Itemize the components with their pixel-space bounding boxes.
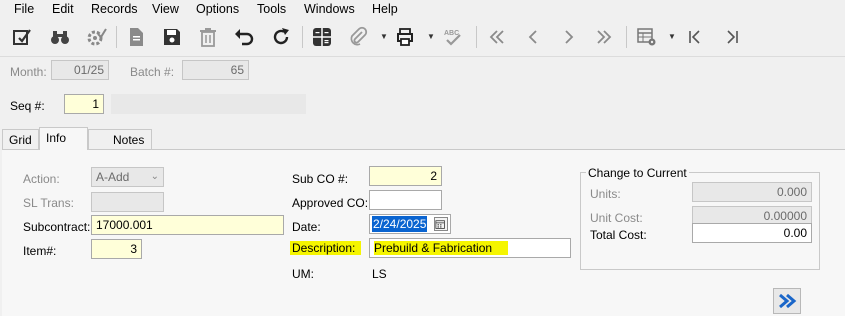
- chevron-down-icon[interactable]: ▼: [380, 32, 388, 41]
- gear-check-icon[interactable]: [83, 24, 109, 50]
- month-label: Month:: [10, 65, 47, 79]
- print-icon[interactable]: [392, 24, 418, 50]
- subcontract-label: Subcontract:: [23, 220, 91, 234]
- seq-label: Seq #:: [10, 99, 45, 113]
- tab-grid[interactable]: Grid: [2, 129, 39, 149]
- total-cost-field[interactable]: 0.00: [692, 223, 812, 243]
- um-label: UM:: [292, 267, 314, 281]
- next-page-button[interactable]: [773, 288, 801, 314]
- undo-icon[interactable]: [231, 24, 257, 50]
- next-record-icon[interactable]: [556, 24, 582, 50]
- spellcheck-icon[interactable]: ABC: [440, 24, 466, 50]
- seq-description: [111, 94, 306, 114]
- previous-record-icon[interactable]: [520, 24, 546, 50]
- edit-check-icon[interactable]: [9, 24, 35, 50]
- subcontract-field[interactable]: 17000.001: [91, 215, 284, 235]
- description-value: Prebuild & Fabrication: [374, 241, 509, 255]
- total-cost-label: Total Cost:: [590, 228, 647, 242]
- first-record-icon[interactable]: [484, 24, 510, 50]
- last-icon[interactable]: [718, 24, 744, 50]
- batch-field[interactable]: 65: [182, 60, 249, 80]
- double-chevron-right-icon: [779, 293, 797, 309]
- sltrans-field[interactable]: [91, 192, 164, 212]
- subco-label: Sub CO #:: [292, 172, 349, 186]
- menu-windows[interactable]: Windows: [304, 2, 355, 16]
- menu-records[interactable]: Records: [91, 2, 138, 16]
- menu-edit[interactable]: Edit: [52, 2, 74, 16]
- grid-settings-icon[interactable]: [634, 24, 660, 50]
- save-icon[interactable]: [159, 24, 185, 50]
- binoculars-icon[interactable]: [47, 24, 73, 50]
- document-icon[interactable]: [123, 24, 149, 50]
- toolbar-separator: [626, 26, 627, 48]
- month-field[interactable]: 01/25: [51, 60, 109, 80]
- first-icon[interactable]: [683, 24, 709, 50]
- date-value: 2/24/2025: [372, 216, 428, 232]
- change-to-current-title: Change to Current: [586, 166, 689, 180]
- menu-bar: File Edit Records View Options Tools Win…: [0, 0, 845, 18]
- menu-tools[interactable]: Tools: [257, 2, 286, 16]
- toolbar-separator: [302, 26, 303, 48]
- toolbar: ▼ ▼ ABC ▼: [0, 18, 845, 57]
- batch-label: Batch #:: [130, 65, 175, 79]
- units-label: Units:: [590, 187, 621, 201]
- date-field[interactable]: 2/24/2025: [369, 214, 451, 234]
- date-label: Date:: [292, 220, 321, 234]
- sltrans-label: SL Trans:: [23, 196, 74, 210]
- menu-help[interactable]: Help: [372, 2, 398, 16]
- delete-icon[interactable]: [195, 24, 221, 50]
- action-label: Action:: [23, 172, 60, 186]
- tab-notes[interactable]: Notes: [88, 129, 152, 149]
- item-label: Item#:: [23, 244, 57, 258]
- last-record-icon[interactable]: [591, 24, 617, 50]
- action-value: A-Add: [96, 170, 130, 184]
- svg-text:ABC: ABC: [444, 30, 459, 37]
- item-field[interactable]: 3: [91, 239, 142, 259]
- description-field[interactable]: Prebuild & Fabrication: [369, 238, 571, 258]
- menu-file[interactable]: File: [14, 2, 34, 16]
- chevron-down-icon[interactable]: ▼: [668, 32, 676, 41]
- attachment-icon[interactable]: [345, 24, 371, 50]
- chevron-down-icon[interactable]: ▼: [427, 32, 435, 41]
- description-label: Description:: [290, 241, 362, 255]
- approved-co-label: Approved CO:: [292, 196, 369, 210]
- seq-field[interactable]: 1: [64, 94, 104, 114]
- um-value: LS: [372, 267, 387, 281]
- subco-field[interactable]: 2: [369, 166, 442, 186]
- toolbar-separator: [116, 26, 117, 48]
- refresh-icon[interactable]: [268, 24, 294, 50]
- calendar-icon[interactable]: [434, 217, 448, 231]
- menu-view[interactable]: View: [152, 2, 179, 16]
- menu-options[interactable]: Options: [196, 2, 239, 16]
- chevron-down-icon: ⌄: [150, 171, 159, 182]
- units-field[interactable]: 0.000: [692, 182, 812, 202]
- tab-info[interactable]: Info: [39, 127, 88, 150]
- toolbar-separator: [476, 26, 477, 48]
- calculator-icon[interactable]: [309, 24, 335, 50]
- unit-cost-label: Unit Cost:: [590, 211, 643, 225]
- action-select[interactable]: A-Add ⌄: [91, 167, 164, 187]
- approved-co-field[interactable]: [369, 190, 442, 210]
